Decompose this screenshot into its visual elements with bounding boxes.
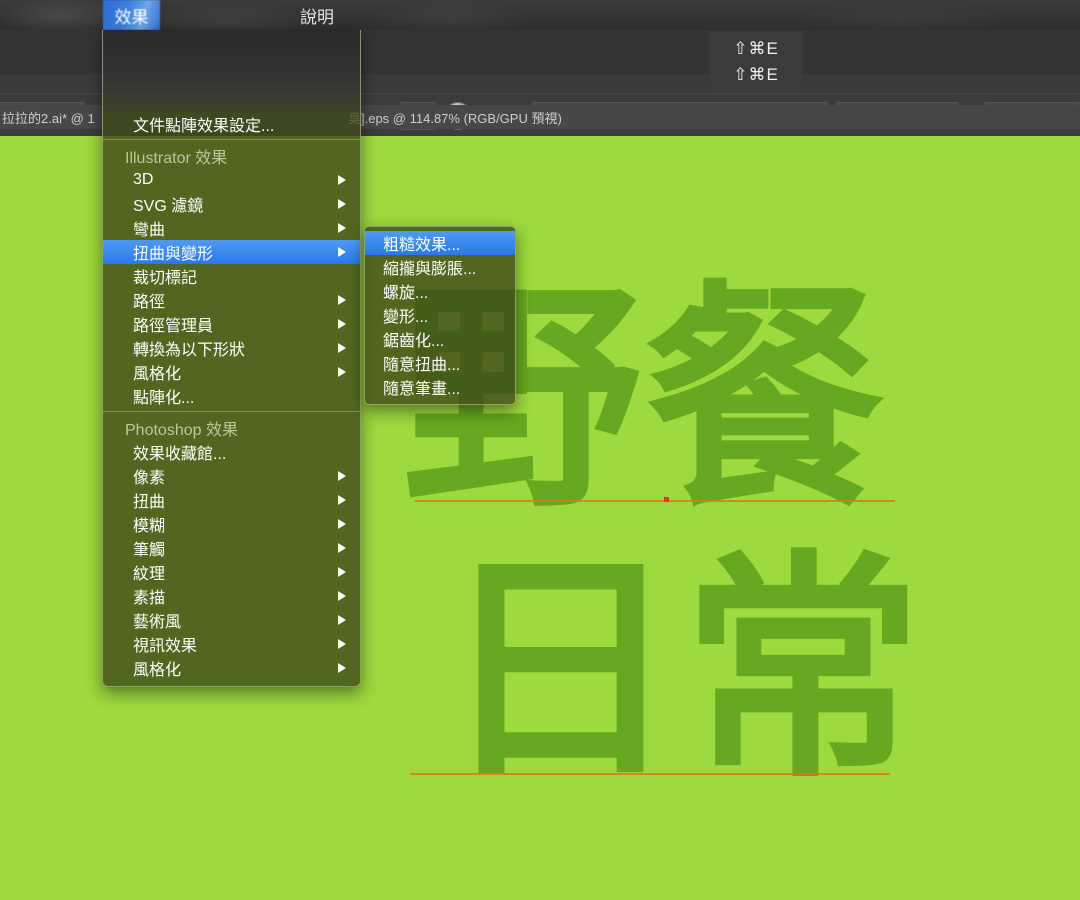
menu-item-video[interactable]: 視訊效果 bbox=[103, 632, 360, 656]
submenu-arrow-icon bbox=[338, 199, 346, 209]
submenu-arrow-icon bbox=[338, 543, 346, 553]
menu-title-effect[interactable]: 效果 bbox=[103, 0, 160, 30]
document-tab[interactable]: 拉拉的2.ai* @ 1 bbox=[0, 105, 114, 129]
menu-item-label: 路徑 bbox=[133, 294, 166, 311]
menu-item-document-raster-settings[interactable]: 文件點陣效果設定... bbox=[103, 112, 360, 136]
menu-item-distort-and-transform[interactable]: 扭曲與變形 bbox=[103, 240, 360, 264]
submenu-item-scribble[interactable]: 隨意筆畫... bbox=[365, 375, 515, 399]
menu-bar-backdrop bbox=[0, 0, 1080, 30]
submenu-arrow-icon bbox=[338, 295, 346, 305]
menu-item-stylize-ai[interactable]: 風格化 bbox=[103, 360, 360, 384]
menu-item-label: 視訊效果 bbox=[133, 638, 198, 655]
submenu-item-free-distort[interactable]: 隨意扭曲... bbox=[365, 351, 515, 375]
menu-group-photoshop-effects: Photoshop 效果 bbox=[125, 422, 238, 439]
menu-item-label: 效果收藏館... bbox=[133, 446, 227, 463]
submenu-arrow-icon bbox=[338, 567, 346, 577]
menu-item-label: 筆觸 bbox=[133, 542, 166, 559]
menu-item-label: 風格化 bbox=[133, 662, 182, 679]
illustrator-window: 野餐 日常 效果 說明 ⇧⌘E ⇧⌘E ⌄ % › 字元: bbox=[0, 0, 1080, 900]
submenu-arrow-icon bbox=[338, 639, 346, 649]
menu-item-label: 3D bbox=[133, 171, 154, 188]
submenu-arrow-icon bbox=[338, 247, 346, 257]
menu-item-label: 像素 bbox=[133, 470, 166, 487]
menu-item-pixelate[interactable]: 像素 bbox=[103, 464, 360, 488]
menu-item-label: 模糊 bbox=[133, 518, 166, 535]
menu-item-crop-marks[interactable]: 裁切標記 bbox=[103, 264, 360, 288]
menu-item-label: SVG 濾鏡 bbox=[133, 198, 204, 215]
effect-menu-top-fill bbox=[103, 30, 360, 112]
menu-item-label: 扭曲 bbox=[133, 494, 166, 511]
menu-item-label: 裁切標記 bbox=[133, 270, 198, 287]
menu-item-artistic[interactable]: 藝術風 bbox=[103, 608, 360, 632]
menu-item-warp[interactable]: 彎曲 bbox=[103, 216, 360, 240]
menu-item-path[interactable]: 路徑 bbox=[103, 288, 360, 312]
submenu-arrow-icon bbox=[338, 591, 346, 601]
effect-menu-popup[interactable]: 文件點陣效果設定... Illustrator 效果 3D SVG 濾鏡 彎曲 … bbox=[102, 30, 361, 687]
document-tab[interactable]: 臭].eps @ 114.87% (RGB/GPU 預視) bbox=[340, 105, 670, 129]
submenu-arrow-icon bbox=[338, 495, 346, 505]
menu-item-label: 扭曲與變形 bbox=[133, 246, 214, 263]
menu-item-label: 藝術風 bbox=[133, 614, 182, 631]
submenu-arrow-icon bbox=[338, 175, 346, 185]
anchor-point[interactable] bbox=[664, 497, 669, 502]
submenu-arrow-icon bbox=[338, 663, 346, 673]
menu-item-label: 風格化 bbox=[133, 366, 182, 383]
menu-item-label: 轉換為以下形狀 bbox=[133, 342, 246, 359]
submenu-arrow-icon bbox=[338, 367, 346, 377]
menu-item-svg-filters[interactable]: SVG 濾鏡 bbox=[103, 192, 360, 216]
submenu-item-transform[interactable]: 變形... bbox=[365, 303, 515, 327]
menu-item-brush-strokes[interactable]: 筆觸 bbox=[103, 536, 360, 560]
menu-bar: 效果 說明 bbox=[0, 0, 1080, 30]
menu-item-label: 素描 bbox=[133, 590, 166, 607]
menu-item-rasterize[interactable]: 點陣化... bbox=[103, 384, 360, 408]
menu-item-label: 紋理 bbox=[133, 566, 166, 583]
submenu-arrow-icon bbox=[338, 471, 346, 481]
distort-and-transform-submenu[interactable]: 粗糙效果... 縮攏與膨脹... 螺旋... 變形... 鋸齒化... 隨意扭曲… bbox=[364, 226, 516, 405]
menu-title-help[interactable]: 說明 bbox=[300, 0, 334, 30]
menu-item-label: 彎曲 bbox=[133, 222, 166, 239]
text-baseline-1 bbox=[415, 500, 895, 502]
submenu-item-roughen[interactable]: 粗糙效果... bbox=[365, 231, 515, 255]
menu-separator bbox=[103, 139, 360, 140]
menu-shortcut-column: ⇧⌘E ⇧⌘E bbox=[710, 31, 802, 93]
menu-item-pathfinder[interactable]: 路徑管理員 bbox=[103, 312, 360, 336]
submenu-item-pucker-bloat[interactable]: 縮攏與膨脹... bbox=[365, 255, 515, 279]
shortcut-line-2: ⇧⌘E bbox=[733, 65, 779, 84]
artwork-text-line-2[interactable]: 日常 bbox=[440, 550, 925, 790]
shortcut-line-1: ⇧⌘E bbox=[733, 38, 779, 58]
submenu-arrow-icon bbox=[338, 319, 346, 329]
menu-group-illustrator-effects: Illustrator 效果 bbox=[125, 150, 228, 167]
menu-item-label: 路徑管理員 bbox=[133, 318, 214, 335]
text-baseline-2 bbox=[410, 773, 890, 775]
menu-item-stylize-ps[interactable]: 風格化 bbox=[103, 656, 360, 680]
menu-separator bbox=[103, 411, 360, 412]
submenu-arrow-icon bbox=[338, 343, 346, 353]
menu-item-label: 點陣化... bbox=[133, 390, 195, 407]
menu-item-blur[interactable]: 模糊 bbox=[103, 512, 360, 536]
menu-item-effect-gallery[interactable]: 效果收藏館... bbox=[103, 440, 360, 464]
menu-item-texture[interactable]: 紋理 bbox=[103, 560, 360, 584]
submenu-arrow-icon bbox=[338, 223, 346, 233]
submenu-arrow-icon bbox=[338, 519, 346, 529]
menu-item-sketch[interactable]: 素描 bbox=[103, 584, 360, 608]
menu-item-distort-ps[interactable]: 扭曲 bbox=[103, 488, 360, 512]
menu-item-convert-to-shape[interactable]: 轉換為以下形狀 bbox=[103, 336, 360, 360]
submenu-arrow-icon bbox=[338, 615, 346, 625]
menu-item-3d[interactable]: 3D bbox=[103, 168, 360, 192]
submenu-item-zig-zag[interactable]: 鋸齒化... bbox=[365, 327, 515, 351]
submenu-item-twist[interactable]: 螺旋... bbox=[365, 279, 515, 303]
